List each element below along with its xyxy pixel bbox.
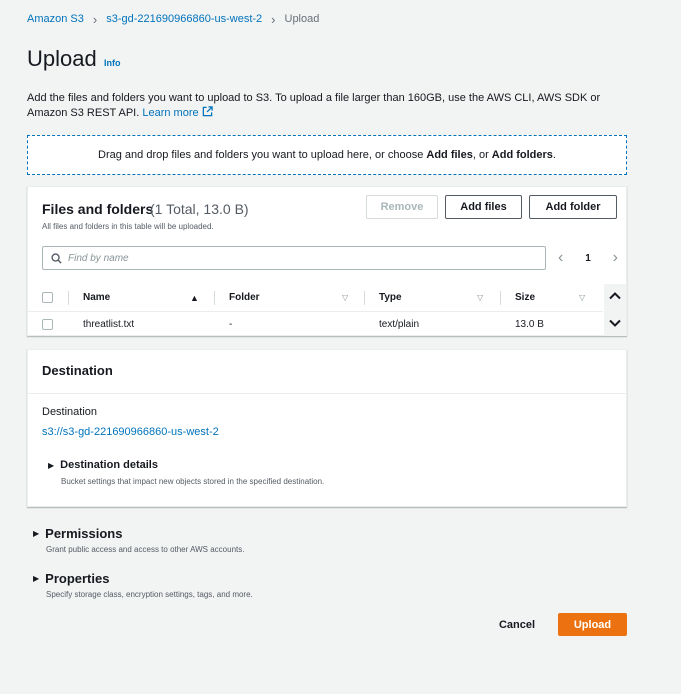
page-title: Upload [27, 46, 97, 71]
properties-description: Specify storage class, encryption settin… [46, 590, 253, 599]
drop-zone[interactable]: Drag and drop files and folders you want… [27, 135, 627, 175]
destination-details-toggle[interactable]: ▶ Destination details [48, 459, 158, 471]
caret-right-icon: ▶ [33, 574, 40, 583]
sort-icon[interactable]: ▽ [477, 284, 483, 311]
external-link-icon [202, 106, 213, 117]
row-folder: - [229, 318, 233, 330]
files-and-folders-panel: Files and folders (1 Total, 13.0 B) All … [27, 186, 627, 336]
dropzone-add-files: Add files [426, 149, 473, 161]
files-panel-subtitle: All files and folders in this table will… [42, 222, 214, 231]
destination-details-title: Destination details [60, 459, 158, 471]
chevron-right-icon: › [271, 11, 276, 27]
permissions-toggle[interactable]: ▶ Permissions [33, 526, 122, 541]
upload-button[interactable]: Upload [558, 613, 627, 636]
cancel-button[interactable]: Cancel [491, 613, 543, 636]
dropzone-add-folders: Add folders [491, 149, 553, 161]
breadcrumb-bucket[interactable]: s3-gd-221690966860-us-west-2 [106, 13, 262, 25]
caret-right-icon: ▶ [33, 529, 40, 538]
learn-more-link[interactable]: Learn more [142, 106, 213, 119]
breadcrumb: Amazon S3 › s3-gd-221690966860-us-west-2… [27, 11, 319, 27]
properties-title: Properties [45, 571, 110, 586]
row-checkbox[interactable] [42, 318, 53, 330]
sort-icon[interactable]: ▽ [342, 284, 348, 311]
chevron-right-icon[interactable]: › [613, 250, 618, 266]
column-header-size[interactable]: Size [515, 284, 535, 311]
row-type: text/plain [379, 318, 420, 330]
files-panel-count: (1 Total, 13.0 B) [150, 201, 249, 217]
info-link[interactable]: Info [104, 58, 121, 68]
sort-ascending-icon[interactable]: ▲ [190, 284, 199, 311]
chevron-left-icon[interactable]: ‹ [558, 250, 563, 266]
select-all-cell [42, 284, 53, 311]
learn-more-label: Learn more [142, 107, 199, 119]
row-name: threatlist.txt [83, 318, 135, 330]
column-divider [68, 291, 69, 305]
page-description: Add the files and folders you want to up… [27, 91, 627, 121]
destination-label: Destination [42, 406, 98, 418]
chevron-up-icon[interactable] [608, 289, 622, 303]
table-header: Name ▲ Folder ▽ Type ▽ Size ▽ [28, 284, 603, 312]
column-header-folder[interactable]: Folder [229, 284, 260, 311]
destination-link[interactable]: s3://s3-gd-221690966860-us-west-2 [42, 426, 219, 438]
destination-panel: Destination Destination s3://s3-gd-22169… [27, 349, 627, 507]
destination-details-description: Bucket settings that impact new objects … [61, 477, 325, 486]
add-folder-button[interactable]: Add folder [529, 195, 617, 219]
add-files-button[interactable]: Add files [445, 195, 522, 219]
chevron-right-icon: › [92, 11, 98, 27]
breadcrumb-upload: Upload [284, 13, 320, 25]
dropzone-text-mid: , or [472, 149, 492, 161]
breadcrumb-amazon-s3[interactable]: Amazon S3 [27, 13, 84, 25]
column-header-type[interactable]: Type [379, 284, 402, 311]
description-text: Add the files and folders you want to up… [27, 92, 601, 119]
dropzone-text-prefix: Drag and drop files and folders you want… [98, 149, 427, 161]
search-icon [51, 252, 62, 264]
page-number[interactable]: 1 [585, 253, 591, 264]
permissions-title: Permissions [45, 526, 123, 541]
files-panel-title: Files and folders [42, 201, 154, 217]
column-divider [364, 291, 365, 305]
dropzone-text-suffix: . [552, 149, 556, 161]
column-divider [214, 291, 215, 305]
search-input[interactable] [68, 252, 528, 264]
sort-icon[interactable]: ▽ [579, 284, 585, 311]
caret-right-icon: ▶ [48, 460, 55, 470]
column-header-name[interactable]: Name [83, 284, 110, 311]
chevron-down-icon[interactable] [608, 316, 622, 330]
row-size: 13.0 B [515, 318, 544, 330]
destination-section-title: Destination [42, 363, 113, 378]
destination-header: Destination [28, 350, 626, 394]
pagination: ‹ 1 › [558, 248, 618, 268]
table-scrollbar[interactable] [604, 284, 626, 336]
column-divider [500, 291, 501, 305]
row-select-cell [42, 312, 53, 336]
search-box [42, 246, 546, 270]
remove-button[interactable]: Remove [366, 195, 438, 219]
select-all-checkbox[interactable] [42, 292, 53, 303]
table-row[interactable]: threatlist.txt - text/plain 13.0 B [28, 312, 603, 336]
permissions-description: Grant public access and access to other … [46, 545, 245, 554]
properties-toggle[interactable]: ▶ Properties [33, 571, 109, 586]
